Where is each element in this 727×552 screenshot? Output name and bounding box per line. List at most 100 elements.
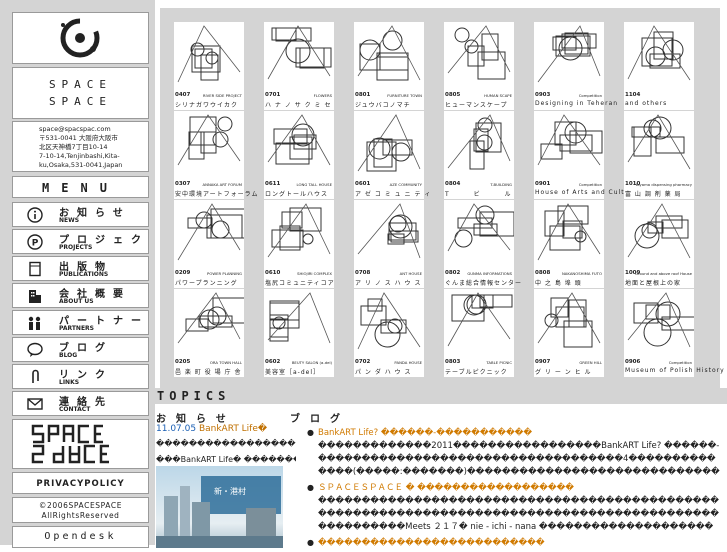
project-code: 0702 bbox=[355, 359, 371, 365]
project-tile[interactable]: 0803 TABLE PICNIC テーブルピクニック bbox=[444, 289, 514, 377]
bullet-icon: ● bbox=[307, 483, 314, 492]
project-sketch-icon bbox=[537, 292, 601, 348]
project-sketch-icon bbox=[357, 292, 421, 350]
project-code: 0601 bbox=[355, 181, 371, 187]
project-tile[interactable]: 0205 ORA TOWN HALL 邑 楽 町 役 場 庁 舎 bbox=[174, 289, 244, 377]
project-sketch-icon bbox=[537, 203, 601, 261]
project-sketch-icon bbox=[177, 203, 244, 261]
svg-text:新・港村: 新・港村 bbox=[214, 486, 246, 496]
project-tile[interactable]: 1009 Ground and above roof House 地面と屋根上の家 bbox=[624, 200, 694, 288]
project-sketch-icon bbox=[447, 292, 513, 347]
project-tile[interactable]: 0907 GREEN HILL グ リ ー ン ヒ ル bbox=[534, 289, 604, 377]
left-sidebar: SPACE SPACE space@spacspac.com 〒531-0041… bbox=[0, 0, 155, 548]
project-tile[interactable]: 0808 NAKANOSHIMA FUTO 中 之 島 埠 頭 bbox=[534, 200, 604, 288]
menu-item-publications[interactable]: 出版物 PUBLICATIONS bbox=[12, 256, 149, 281]
news-title-link[interactable]: BankART Life� bbox=[199, 424, 267, 434]
menu-item-contact[interactable]: 連絡先 CONTACT bbox=[12, 391, 149, 416]
copyright: ©2006SPACESPACE AllRightsReserved bbox=[12, 497, 149, 523]
project-tile[interactable]: 0602 BEUTY SALON (a-del) 美容室［a‐del］ bbox=[264, 289, 334, 377]
project-title-jp: 美容室［a‐del］ bbox=[265, 369, 321, 376]
project-tile[interactable]: 0901 Competition House of Arts and Culture bbox=[534, 111, 636, 199]
menu-label-en: NEWS bbox=[59, 217, 80, 224]
project-sketch-icon bbox=[267, 203, 331, 258]
project-title-en: Competition bbox=[578, 93, 602, 98]
project-title-en: SHIOJIRI COMPLEX bbox=[297, 271, 332, 276]
project-sketch-icon bbox=[627, 292, 694, 348]
blog-entry: ● �������������������������� bbox=[306, 536, 721, 550]
project-title-en: ORA TOWN HALL bbox=[209, 360, 242, 365]
project-tile[interactable]: 1104 and others bbox=[624, 22, 694, 110]
project-tile[interactable]: 0708 ANT HOUSE ア リ ノ ス ハ ウ ス bbox=[354, 200, 424, 288]
book-icon bbox=[29, 261, 41, 277]
project-sketch-icon bbox=[177, 292, 244, 344]
brand-line-1: SPACE bbox=[48, 78, 113, 91]
project-title-jp: ぐんま総合情報センター bbox=[445, 280, 523, 287]
news-item[interactable]: 11.07.05 BankART Life� bbox=[156, 424, 296, 434]
project-title-jp: 安中環境アートフォーラム bbox=[175, 191, 259, 198]
project-tile[interactable]: 0906 Competition Museum of Polish History bbox=[624, 289, 724, 377]
project-title-jp: 邑 楽 町 役 場 庁 舎 bbox=[175, 369, 242, 376]
project-tile[interactable]: 0805 HUMAN SCAPE ヒューマンスケープ bbox=[444, 22, 514, 110]
project-code: 0701 bbox=[265, 92, 281, 98]
people-icon bbox=[28, 316, 41, 330]
email-link[interactable]: space@spacspac.com bbox=[39, 125, 148, 134]
menu-item-projects[interactable]: P プロジェクト PROJECTS bbox=[12, 229, 149, 254]
menu-item-about[interactable]: 会社概要 ABOUT US bbox=[12, 283, 149, 308]
project-tile[interactable]: 0209 POWER PLANNING パワープランニング bbox=[174, 200, 244, 288]
project-tile[interactable]: 0804 T-BUILDING T ビ ル bbox=[444, 111, 514, 199]
menu-item-news[interactable]: お知らせ NEWS bbox=[12, 202, 149, 227]
project-tile[interactable]: 0611 LONG TALL HOUSE ロングトールハウス bbox=[264, 111, 334, 199]
project-title-en: FLOWERS bbox=[313, 93, 332, 98]
project-title-en: toyama dispensing pharmacy bbox=[635, 182, 692, 187]
project-code: 0611 bbox=[265, 181, 281, 187]
blog-title-link[interactable]: �������������������������� bbox=[318, 536, 721, 550]
project-title-en: PANDA HOUSE bbox=[394, 360, 422, 365]
project-sketch-icon bbox=[267, 25, 332, 80]
project-code: 0802 bbox=[445, 270, 461, 276]
speech-bubble-icon bbox=[27, 342, 43, 357]
project-code: 0801 bbox=[355, 92, 371, 98]
envelope-icon bbox=[27, 398, 43, 410]
news-image[interactable]: 新・港村 bbox=[156, 466, 283, 548]
project-tile[interactable]: 1010 toyama dispensing pharmacy 富 山 調 剤 薬 … bbox=[624, 111, 694, 199]
project-code: 0307 bbox=[175, 181, 191, 187]
project-title-jp: パ ン ダ ハ ウ ス bbox=[355, 369, 412, 376]
menu-item-partners[interactable]: パートナー PARTNERS bbox=[12, 310, 149, 335]
menu-label-en: PROJECTS bbox=[59, 244, 93, 251]
project-code: 0610 bbox=[265, 270, 281, 276]
project-tile[interactable]: 0903 Competition Designing in Teheran bbox=[534, 22, 617, 110]
project-tile[interactable]: 0307 ANNAKA ART FORUM 安中環境アートフォーラム bbox=[174, 111, 257, 199]
brand-line-2: SPACE bbox=[48, 95, 113, 108]
project-tile[interactable]: 0601 AZE COMMUNITY ア ゼ コ ミ ュ ニ テ ィ bbox=[354, 111, 430, 199]
project-title-en: FURNITURE TOWN bbox=[387, 93, 422, 98]
project-title-jp: 富 山 調 剤 薬 局 bbox=[625, 191, 682, 198]
menu-label-en: PUBLICATIONS bbox=[59, 271, 109, 278]
project-sketch-icon bbox=[627, 203, 691, 259]
project-tile[interactable]: 0701 FLOWERS ハ ナ ノ サ ク ミ セ bbox=[264, 22, 334, 110]
project-tile[interactable]: 0801 FURNITURE TOWN ジュウバコノマチ bbox=[354, 22, 424, 110]
menu-label-en: PARTNERS bbox=[59, 325, 94, 332]
project-title-jp: 塩尻コミュニティコア bbox=[265, 280, 335, 287]
harbor-photo-icon: 新・港村 bbox=[156, 476, 283, 548]
project-tile[interactable]: 0407 RIVER SIDE PROJECT シリナガワウイカク bbox=[174, 22, 244, 110]
blog-title-link[interactable]: BankART Life? ������-����������� bbox=[318, 426, 721, 440]
project-title-jp: ハ ナ ノ サ ク ミ セ bbox=[265, 102, 332, 109]
logo[interactable] bbox=[12, 12, 149, 64]
blog-title-link[interactable]: ＳＰＡＣＥＳＰＡＣＥ � ������������������ bbox=[318, 481, 721, 495]
project-tile[interactable]: 0610 SHIOJIRI COMPLEX 塩尻コミュニティコア bbox=[264, 200, 334, 288]
info-icon bbox=[27, 207, 43, 223]
project-title-jp: パワープランニング bbox=[175, 280, 238, 287]
news-heading: お知らせ bbox=[156, 414, 236, 425]
project-icon: P bbox=[27, 234, 43, 250]
project-tile[interactable]: 0802 GUNMA INFORMATIONS ぐんま総合情報センター bbox=[444, 200, 521, 288]
project-code: 0407 bbox=[175, 92, 191, 98]
project-tile[interactable]: 0702 PANDA HOUSE パ ン ダ ハ ウ ス bbox=[354, 289, 424, 377]
project-code: 0906 bbox=[625, 359, 641, 365]
news-text-line: ���������������������� bbox=[156, 439, 296, 448]
project-title-en: ANNAKA ART FORUM bbox=[202, 182, 242, 187]
menu-item-links[interactable]: リンク LINKS bbox=[12, 364, 149, 389]
privacy-policy-link[interactable]: PRIVACYPOLICY bbox=[12, 472, 149, 494]
project-title-jp: Designing in Teheran bbox=[535, 100, 619, 107]
menu-item-blog[interactable]: ブログ BLOG bbox=[12, 337, 149, 362]
project-title-en: Ground and above roof House bbox=[635, 271, 692, 276]
